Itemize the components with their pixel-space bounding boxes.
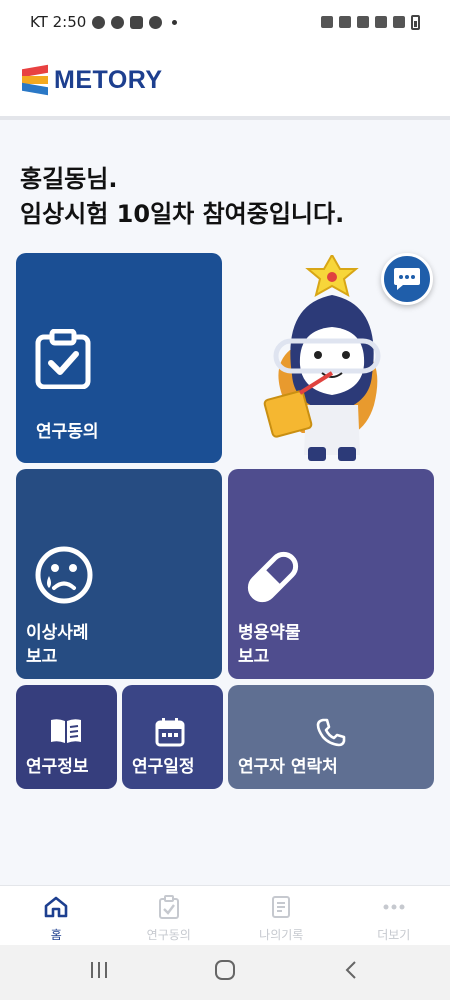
record-icon: [272, 896, 291, 918]
message-notification-icon: [92, 15, 106, 29]
recent-apps-icon[interactable]: [88, 959, 110, 981]
nav-item-my-records[interactable]: 나의기록: [225, 886, 338, 945]
chat-bubble-icon: [394, 268, 420, 290]
sad-face-icon: [35, 546, 93, 604]
back-icon[interactable]: [340, 959, 362, 981]
mute-icon: [339, 16, 351, 28]
consent-tile-label: 연구동의: [36, 422, 99, 442]
nav-item-home-label: 홈: [50, 928, 62, 942]
clipboard-check-icon: [35, 329, 91, 389]
logo-text: METORY: [54, 65, 163, 94]
status-right: [321, 14, 420, 30]
adverse-event-tile-label: 이상사례 보고: [26, 623, 89, 667]
bottom-nav: 홈 연구동의 나의기록 더보기: [0, 885, 450, 945]
greeting-status: 임상시험 10일차 참여중입니다.: [20, 200, 345, 228]
book-icon: [51, 719, 81, 743]
more-icon: [383, 904, 405, 910]
concomitant-medication-tile[interactable]: 병용약물 보고: [228, 469, 434, 679]
greeting-name: 홍길동님.: [20, 165, 118, 193]
study-schedule-tile[interactable]: 연구일정: [122, 685, 223, 789]
nav-item-home[interactable]: 홈: [0, 886, 113, 945]
hd-icon: [375, 16, 387, 28]
more-notifications-dot-icon: [172, 19, 178, 25]
chat-button[interactable]: [381, 253, 433, 305]
nav-item-consent-label: 연구동의: [146, 928, 191, 942]
pill-icon: [247, 551, 299, 603]
wifi-icon: [357, 16, 369, 28]
mascot-illustration: [263, 255, 381, 461]
status-bar: KT 2:50: [0, 0, 450, 44]
status-left: KT 2:50: [30, 13, 178, 31]
study-info-tile-label: 연구정보: [26, 757, 89, 777]
home-button-icon[interactable]: [214, 959, 236, 981]
nav-item-consent[interactable]: 연구동의: [113, 886, 226, 945]
concomitant-medication-tile-label: 병용약물 보고: [238, 623, 301, 667]
adverse-event-tile[interactable]: 이상사례 보고: [16, 469, 222, 679]
signal-icon: [393, 16, 405, 28]
app-header: METORY: [0, 44, 450, 120]
talk-notification-icon: [111, 15, 125, 29]
researcher-contact-tile[interactable]: 연구자 연락처: [228, 685, 434, 789]
nav-item-more[interactable]: 더보기: [338, 886, 450, 945]
nav-item-my-records-label: 나의기록: [259, 928, 304, 942]
phone-icon: [316, 718, 346, 747]
chat-notification-icon: [149, 15, 163, 29]
calendar-icon: [155, 718, 185, 747]
gallery-notification-icon: [130, 15, 144, 29]
greeting: 홍길동님. 임상시험 10일차 참여중입니다.: [20, 162, 344, 232]
home-icon: [44, 896, 68, 918]
study-schedule-tile-label: 연구일정: [132, 757, 195, 777]
battery-icon: [411, 14, 420, 30]
consent-tile[interactable]: 연구동의: [16, 253, 222, 463]
alarm-icon: [321, 16, 333, 28]
study-info-tile[interactable]: 연구정보: [16, 685, 117, 789]
nav-item-more-label: 더보기: [377, 928, 411, 942]
clipboard-check-icon: [158, 895, 179, 919]
researcher-contact-tile-label: 연구자 연락처: [238, 757, 338, 777]
logo-mark-icon: [22, 64, 50, 96]
status-time: KT 2:50: [30, 13, 87, 31]
system-navigation-bar: [0, 945, 450, 1000]
